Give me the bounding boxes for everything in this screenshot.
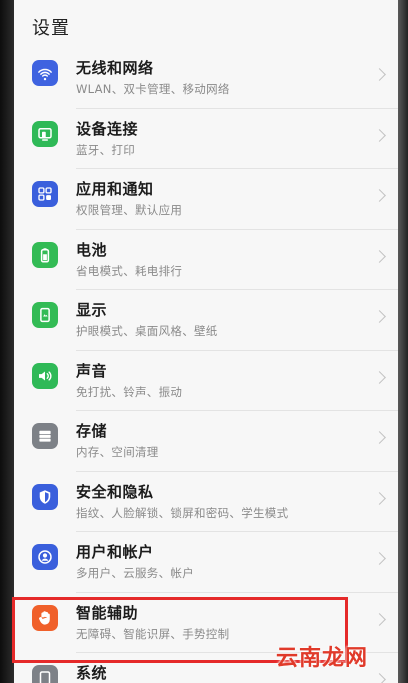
settings-item-display[interactable]: 显示 护眼模式、桌面风格、壁纸 [14, 290, 406, 351]
item-subtitle: 免打扰、铃声、振动 [76, 384, 183, 399]
item-title: 显示 [76, 301, 108, 319]
item-title: 应用和通知 [76, 180, 154, 198]
item-title: 电池 [76, 240, 108, 259]
item-subtitle: 省电模式、耗电排行 [76, 263, 183, 278]
item-title: 智能辅助 [76, 603, 139, 622]
chevron-right-icon [373, 68, 386, 81]
hand-icon [32, 604, 58, 631]
item-subtitle: 蓝牙、打印 [76, 142, 135, 157]
user-icon [32, 544, 58, 570]
chevron-right-icon [373, 431, 386, 444]
volume-icon [32, 362, 58, 389]
settings-item-battery[interactable]: 电池 省电模式、耗电排行 [14, 230, 406, 290]
left-edge [0, 0, 14, 683]
chevron-right-icon [373, 612, 386, 626]
settings-screen: 设置 无线和网络 WLAN、双卡管理、移动网络 设备连接 蓝牙、打印 应用和通知 [14, 0, 406, 683]
right-edge [398, 0, 408, 683]
item-title: 用户和帐户 [76, 543, 154, 561]
chevron-right-icon [373, 128, 386, 142]
item-title: 系统 [76, 664, 108, 682]
settings-item-device-connection[interactable]: 设备连接 蓝牙、打印 [14, 109, 406, 169]
settings-item-sound[interactable]: 声音 免打扰、铃声、振动 [14, 351, 406, 411]
chevron-right-icon [373, 552, 386, 565]
item-subtitle: 多用户、云服务、帐户 [76, 566, 194, 580]
apps-icon [32, 181, 58, 207]
settings-item-users-accounts[interactable]: 用户和帐户 多用户、云服务、帐户 [14, 532, 406, 593]
settings-list: 无线和网络 WLAN、双卡管理、移动网络 设备连接 蓝牙、打印 应用和通知 权限… [14, 48, 406, 683]
item-subtitle: 护眼模式、桌面风格、壁纸 [76, 324, 218, 338]
wifi-icon [32, 60, 58, 86]
item-title: 声音 [76, 361, 108, 380]
item-subtitle: 指纹、人脸解锁、锁屏和密码、学生模式 [76, 505, 289, 520]
settings-item-security-privacy[interactable]: 安全和隐私 指纹、人脸解锁、锁屏和密码、学生模式 [14, 472, 406, 532]
item-subtitle: 权限管理、默认应用 [76, 203, 183, 217]
item-subtitle: 无障碍、智能识屏、手势控制 [76, 626, 230, 641]
watermark: 云南龙网 [276, 646, 369, 671]
device-connect-icon [32, 120, 58, 147]
storage-icon [32, 423, 58, 449]
chevron-right-icon [373, 491, 386, 505]
chevron-right-icon [373, 310, 386, 323]
item-subtitle: 内存、空间清理 [76, 445, 159, 459]
settings-item-apps-notifications[interactable]: 应用和通知 权限管理、默认应用 [14, 169, 406, 230]
item-subtitle: WLAN、双卡管理、移动网络 [76, 82, 230, 96]
chevron-right-icon [373, 189, 386, 202]
page-title: 设置 [32, 18, 70, 39]
chevron-right-icon [373, 249, 386, 263]
chevron-right-icon [373, 370, 386, 384]
display-icon [32, 302, 58, 328]
item-title: 存储 [76, 422, 108, 440]
battery-icon [32, 241, 58, 268]
item-title: 安全和隐私 [76, 482, 154, 501]
chevron-right-icon [373, 673, 386, 683]
settings-item-storage[interactable]: 存储 内存、空间清理 [14, 411, 406, 472]
system-icon [32, 665, 58, 683]
item-title: 设备连接 [76, 119, 139, 138]
item-title: 无线和网络 [76, 59, 154, 77]
shield-icon [32, 483, 58, 510]
settings-item-wireless[interactable]: 无线和网络 WLAN、双卡管理、移动网络 [14, 48, 406, 109]
